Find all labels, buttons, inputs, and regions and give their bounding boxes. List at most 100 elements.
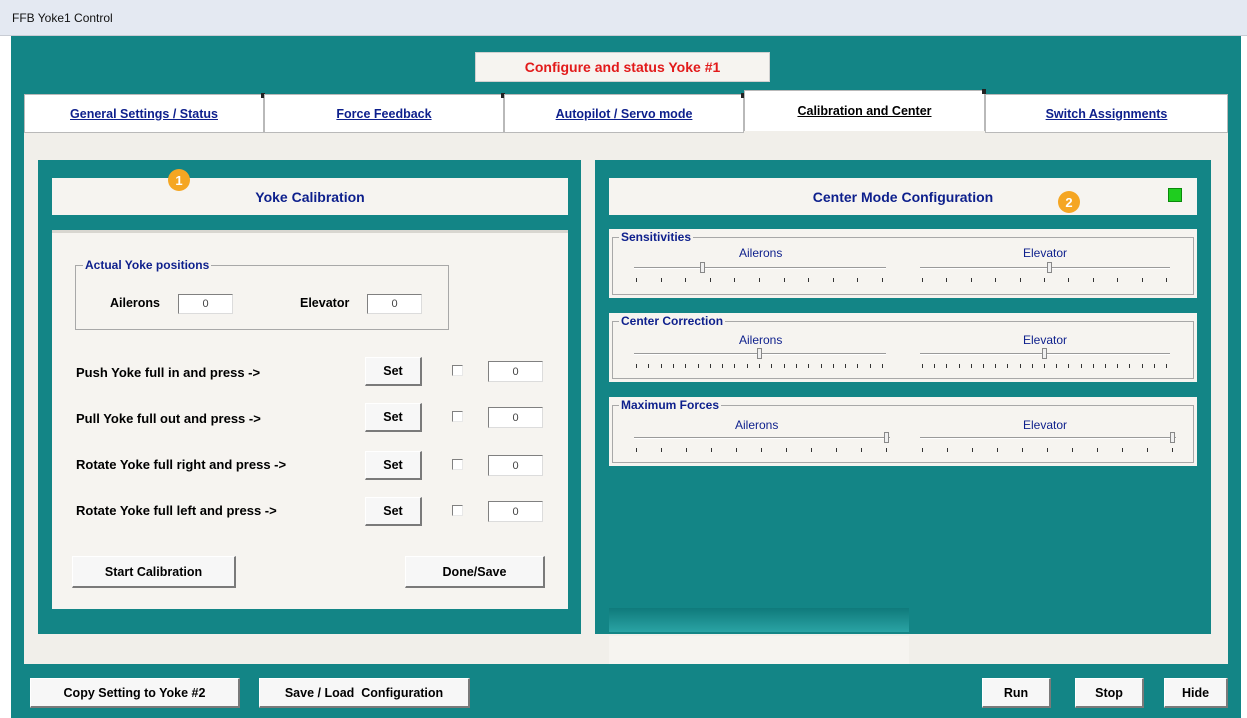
slider-tick xyxy=(661,364,662,368)
slider-thumb[interactable] xyxy=(700,262,705,273)
slider-tick xyxy=(661,448,662,452)
button-label: Done/Save xyxy=(442,564,507,579)
slider-tick xyxy=(1020,278,1021,282)
callout-badge-number: 2 xyxy=(1065,194,1073,210)
step-push-in-label: Push Yoke full in and press -> xyxy=(76,365,261,380)
tab-label: Switch Assignments xyxy=(1045,106,1168,121)
slider-tick xyxy=(1142,278,1143,282)
sensitivities-elevator-slider[interactable] xyxy=(920,262,1170,286)
pull-out-value-field: 0 xyxy=(488,407,543,428)
tab-label: Calibration and Center xyxy=(797,104,932,118)
rotate-right-checkbox[interactable] xyxy=(452,459,463,470)
slider-tick xyxy=(1172,448,1173,452)
tab-calibration-center[interactable]: Calibration and Center xyxy=(744,89,986,131)
save-load-configuration-button[interactable]: Save / Load Configuration xyxy=(259,678,470,708)
ailerons-position-label: Ailerons xyxy=(110,296,161,310)
slider-thumb[interactable] xyxy=(1042,348,1047,359)
slider-tick xyxy=(934,364,935,368)
slider-tick xyxy=(784,278,785,282)
hide-button[interactable]: Hide xyxy=(1164,678,1228,708)
slider-thumb[interactable] xyxy=(1047,262,1052,273)
slider-tick xyxy=(1022,448,1023,452)
slider-track xyxy=(920,437,1176,439)
button-label: Stop xyxy=(1095,685,1123,700)
slider-tick xyxy=(811,448,812,452)
center-mode-title: Center Mode Configuration xyxy=(812,188,994,205)
slider-tick xyxy=(1166,364,1167,368)
slider-tick xyxy=(1117,278,1118,282)
rotate-right-value: 0 xyxy=(512,459,519,472)
decorative-band xyxy=(609,608,909,632)
yoke-calibration-title-bar: Yoke Calibration xyxy=(52,178,568,215)
copy-setting-button[interactable]: Copy Setting to Yoke #2 xyxy=(30,678,240,708)
set-rotate-right-button[interactable]: Set xyxy=(365,451,422,480)
slider-tick xyxy=(1007,364,1008,368)
slider-tick xyxy=(1147,448,1148,452)
slider-tick xyxy=(886,448,887,452)
center-correction-ailerons-slider[interactable] xyxy=(634,348,886,372)
slider-tick xyxy=(1142,364,1143,368)
slider-tick xyxy=(685,364,686,368)
slider-tick xyxy=(861,448,862,452)
slider-tick xyxy=(1154,364,1155,368)
rotate-left-value: 0 xyxy=(512,505,519,518)
slider-tick xyxy=(1093,364,1094,368)
sensitivities-ailerons-slider[interactable] xyxy=(634,262,886,286)
slider-tick xyxy=(1072,448,1073,452)
slider-tick xyxy=(833,364,834,368)
callout-badge-2: 2 xyxy=(1058,191,1080,213)
slider-thumb[interactable] xyxy=(757,348,762,359)
step-pull-out-label: Pull Yoke full out and press -> xyxy=(76,411,261,426)
button-label: Run xyxy=(1003,685,1029,700)
start-calibration-button[interactable]: Start Calibration xyxy=(72,556,236,588)
window-title: FFB Yoke1 Control xyxy=(12,11,113,25)
button-label: Save / Load Configuration xyxy=(284,685,444,700)
tab-general-settings[interactable]: General Settings / Status xyxy=(24,93,265,133)
slider-tick xyxy=(1129,364,1130,368)
tab-autopilot-servo[interactable]: Autopilot / Servo mode xyxy=(504,93,745,133)
elevator-position-label: Elevator xyxy=(300,296,350,310)
maximum-forces-elevator-slider[interactable] xyxy=(920,432,1176,456)
slider-tick xyxy=(761,448,762,452)
push-in-value: 0 xyxy=(512,365,519,378)
ailerons-position-value: 0 xyxy=(202,298,209,310)
set-push-in-button[interactable]: Set xyxy=(365,357,422,386)
slider-tick xyxy=(808,278,809,282)
center-mode-title-bar: Center Mode Configuration xyxy=(609,178,1197,215)
slider-tick xyxy=(983,364,984,368)
slider-tick xyxy=(1047,448,1048,452)
set-rotate-left-button[interactable]: Set xyxy=(365,497,422,526)
rotate-left-checkbox[interactable] xyxy=(452,505,463,516)
elevator-position-value: 0 xyxy=(391,298,398,310)
pull-out-checkbox[interactable] xyxy=(452,411,463,422)
slider-tick xyxy=(808,364,809,368)
run-button[interactable]: Run xyxy=(982,678,1051,708)
slider-tick xyxy=(734,364,735,368)
stop-button[interactable]: Stop xyxy=(1075,678,1144,708)
slider-tick xyxy=(1081,364,1082,368)
decorative-band-light xyxy=(609,636,909,664)
slider-tick xyxy=(1056,364,1057,368)
slider-thumb[interactable] xyxy=(884,432,889,443)
slider-tick xyxy=(710,364,711,368)
callout-badge-number: 1 xyxy=(175,172,183,188)
slider-thumb[interactable] xyxy=(1170,432,1175,443)
done-save-button[interactable]: Done/Save xyxy=(405,556,545,588)
slider-tick xyxy=(1020,364,1021,368)
sensitivities-elevator-label: Elevator xyxy=(1023,246,1068,260)
center-correction-elevator-label: Elevator xyxy=(1023,333,1068,347)
maximum-forces-label: Maximum Forces xyxy=(619,398,722,412)
slider-tick xyxy=(1122,448,1123,452)
elevator-position-field: 0 xyxy=(367,294,422,314)
push-in-checkbox[interactable] xyxy=(452,365,463,376)
maximum-forces-ailerons-label: Ailerons xyxy=(735,418,779,432)
set-pull-out-button[interactable]: Set xyxy=(365,403,422,432)
slider-tick xyxy=(786,448,787,452)
tab-force-feedback[interactable]: Force Feedback xyxy=(264,93,505,133)
center-correction-elevator-slider[interactable] xyxy=(920,348,1170,372)
slider-tick xyxy=(971,364,972,368)
tab-switch-assignments[interactable]: Switch Assignments xyxy=(985,94,1228,133)
tab-label: Autopilot / Servo mode xyxy=(555,106,693,121)
slider-tick xyxy=(1044,364,1045,368)
maximum-forces-ailerons-slider[interactable] xyxy=(634,432,890,456)
